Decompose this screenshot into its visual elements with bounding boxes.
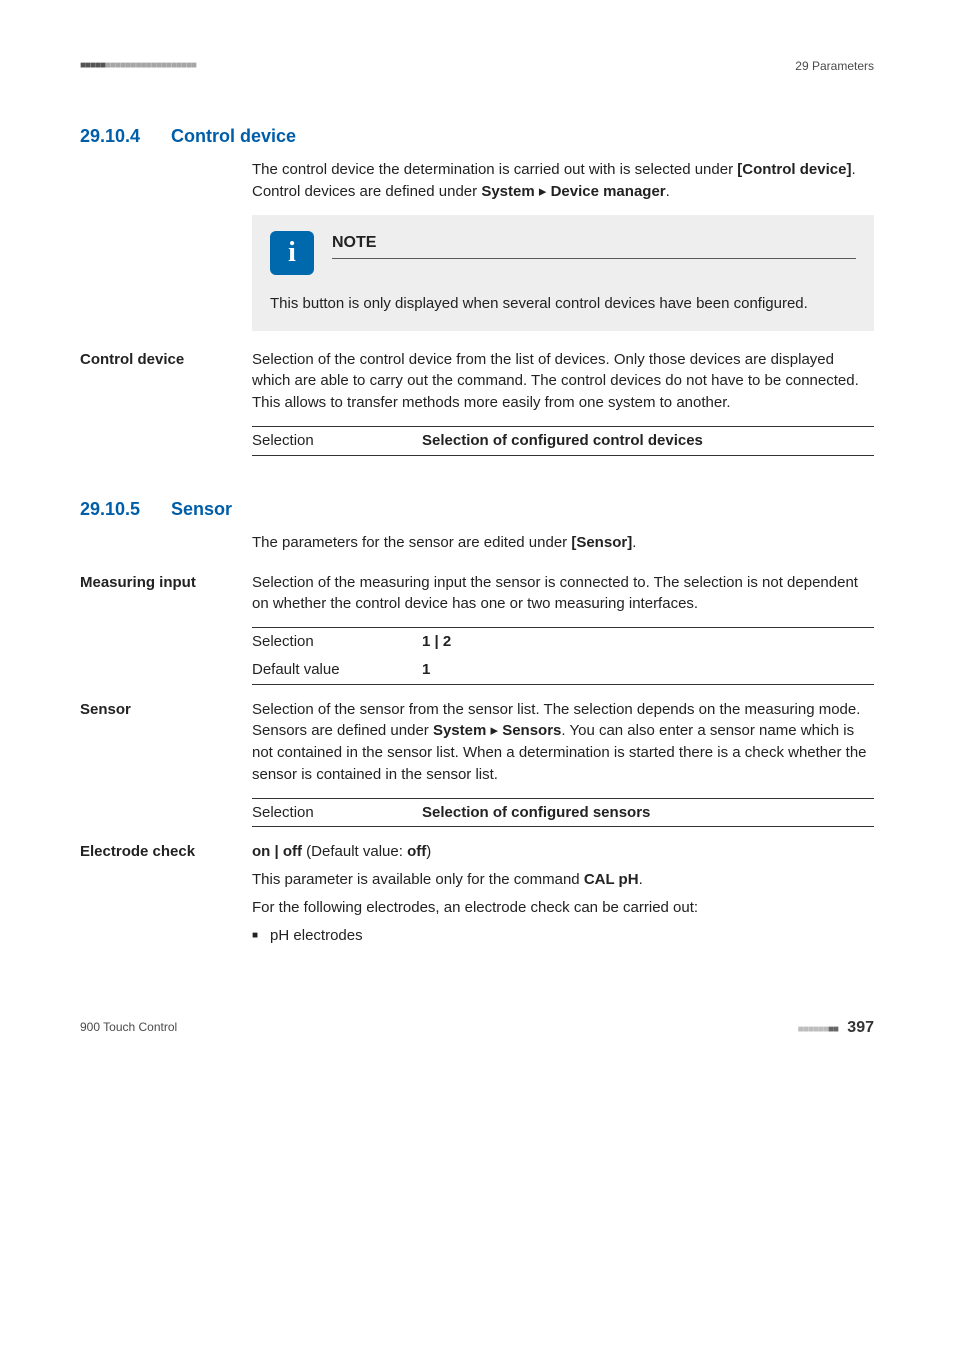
spec-key: Selection: [252, 426, 422, 455]
field-description: Selection of the measuring input the sen…: [252, 572, 874, 616]
footer-right: ■■■■■■■■ 397: [798, 1016, 874, 1039]
spec-value: Selection of configured sensors: [422, 798, 874, 827]
intro-control-device: The control device the determination is …: [252, 159, 874, 330]
spec-key: Selection: [252, 798, 422, 827]
electrode-intro: For the following electrodes, an electro…: [252, 897, 874, 919]
field-measuring-input: Measuring input Selection of the measuri…: [80, 572, 874, 699]
spec-key: Default value: [252, 656, 422, 684]
spec-table: Selection Selection of configured sensor…: [252, 798, 874, 828]
heading-number: 29.10.4: [80, 123, 166, 149]
page-footer: 900 Touch Control ■■■■■■■■ 397: [80, 1016, 874, 1039]
field-description: Selection of the control device from the…: [252, 349, 874, 414]
field-label: Sensor: [80, 699, 252, 842]
intro-sensor: The parameters for the sensor are edited…: [252, 532, 874, 554]
field-sensor: Sensor Selection of the sensor from the …: [80, 699, 874, 842]
footer-ornament: ■■■■■■■■: [798, 1024, 838, 1035]
intro-paragraph: The parameters for the sensor are edited…: [252, 532, 874, 554]
info-icon: i: [270, 231, 314, 275]
field-label: Electrode check: [80, 841, 252, 946]
page-header: ■■■■■■■■■■■■■■■■■■■■■■■ 29 Parameters: [80, 58, 874, 75]
note-body: This button is only displayed when sever…: [270, 293, 856, 315]
field-description: Selection of the sensor from the sensor …: [252, 699, 874, 786]
list-item: pH electrodes: [252, 925, 874, 947]
header-ornament-left: ■■■■■■■■■■■■■■■■■■■■■■■: [80, 59, 196, 74]
field-label: Measuring input: [80, 572, 252, 699]
field-label: Control device: [80, 349, 252, 470]
heading-text: Control device: [171, 126, 296, 146]
note-title: NOTE: [332, 231, 856, 259]
electrode-list: pH electrodes: [252, 925, 874, 947]
field-control-device: Control device Selection of the control …: [80, 349, 874, 470]
footer-left: 900 Touch Control: [80, 1019, 177, 1036]
spec-value: Selection of configured control devices: [422, 426, 874, 455]
spec-table: Selection Selection of configured contro…: [252, 426, 874, 456]
field-electrode-check: Electrode check on | off (Default value:…: [80, 841, 874, 946]
spec-table: Selection 1 | 2 Default value 1: [252, 627, 874, 685]
spec-value: 1: [422, 656, 874, 684]
available-line: This parameter is available only for the…: [252, 869, 874, 891]
heading-control-device: 29.10.4 Control device: [80, 123, 874, 149]
spec-key: Selection: [252, 628, 422, 656]
onoff-line: on | off (Default value: off): [252, 841, 874, 863]
note-box: i NOTE This button is only displayed whe…: [252, 215, 874, 331]
heading-text: Sensor: [171, 499, 232, 519]
heading-number: 29.10.5: [80, 496, 166, 522]
spec-value: 1 | 2: [422, 628, 874, 656]
heading-sensor: 29.10.5 Sensor: [80, 496, 874, 522]
intro-paragraph: The control device the determination is …: [252, 159, 874, 203]
header-chapter: 29 Parameters: [795, 58, 874, 75]
page-number: 397: [847, 1019, 874, 1036]
